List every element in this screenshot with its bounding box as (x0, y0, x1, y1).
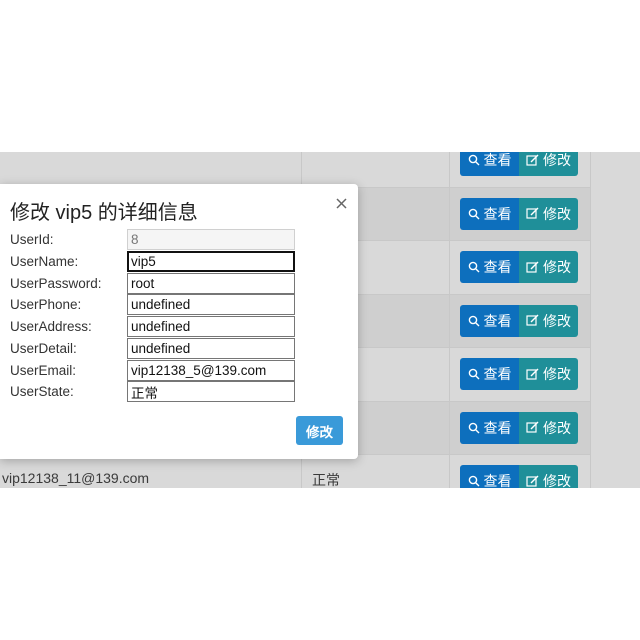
table-row: 查看 修改 (0, 152, 590, 188)
view-button-label: 查看 (483, 366, 512, 382)
username-field[interactable] (127, 251, 295, 272)
form-row-useremail: UserEmail: (10, 360, 300, 381)
userpassword-field[interactable] (127, 273, 295, 294)
edit-button-label: 修改 (543, 419, 571, 436)
form-row-userphone: UserPhone: (10, 294, 300, 315)
search-icon (468, 261, 479, 273)
search-icon (468, 422, 479, 433)
email-cell: vip12138_11@139.com (2, 470, 150, 486)
view-button[interactable]: 查看 (460, 358, 519, 390)
edit-button-label: 修改 (543, 312, 571, 329)
userid-field (127, 229, 295, 250)
form-row-useraddress: UserAddress: (10, 316, 300, 337)
userdetail-label: UserDetail: (10, 341, 77, 356)
close-icon (335, 197, 347, 209)
view-button[interactable]: 查看 (460, 197, 519, 230)
state-cell: 正常 (312, 472, 340, 488)
userid-label: UserId: (10, 232, 54, 247)
view-button-label: 查看 (483, 152, 512, 168)
view-button-label: 查看 (483, 312, 512, 329)
search-icon (468, 208, 479, 219)
form-row-userdetail: UserDetail: (10, 338, 300, 359)
search-icon (468, 154, 479, 166)
useremail-label: UserEmail: (10, 363, 77, 378)
edit-button-label: 修改 (543, 473, 571, 488)
view-button-label: 查看 (483, 419, 512, 436)
submit-button[interactable]: 修改 (296, 416, 343, 445)
search-icon (468, 368, 479, 380)
view-button-label: 查看 (483, 259, 512, 275)
edit-button[interactable]: 修改 (519, 411, 578, 444)
view-button-label: 查看 (483, 473, 512, 488)
edit-button[interactable]: 修改 (519, 152, 578, 176)
userphone-field[interactable] (127, 294, 295, 315)
edit-button-label: 修改 (543, 152, 571, 168)
view-button-label: 查看 (483, 205, 512, 222)
edit-button[interactable]: 修改 (519, 358, 578, 390)
form-row-userid: UserId: (10, 229, 300, 250)
search-icon (468, 315, 479, 326)
table-row: vip12138_11@139.com 正常 查看 修改 (0, 455, 590, 488)
edit-icon (526, 421, 539, 433)
useraddress-field[interactable] (127, 316, 295, 337)
view-button[interactable]: 查看 (460, 411, 519, 444)
edit-icon (526, 207, 539, 219)
view-button[interactable]: 查看 (460, 152, 519, 176)
edit-button[interactable]: 修改 (519, 304, 578, 337)
edit-button-label: 修改 (543, 259, 571, 275)
edit-button[interactable]: 修改 (519, 465, 578, 488)
userphone-label: UserPhone: (10, 297, 82, 312)
edit-button-label: 修改 (543, 205, 571, 222)
edit-button[interactable]: 修改 (519, 197, 578, 230)
view-button[interactable]: 查看 (460, 251, 519, 283)
edit-icon (526, 475, 539, 487)
close-button[interactable] (332, 194, 350, 212)
userstate-field[interactable] (127, 381, 295, 402)
edit-icon (526, 261, 539, 273)
edit-button-label: 修改 (543, 366, 571, 382)
edit-icon (526, 314, 539, 326)
form-row-username: UserName: (10, 251, 300, 272)
edit-user-modal: 修改 vip5 的详细信息 UserId: UserName: UserPass… (0, 184, 358, 459)
form-row-userstate: UserState: (10, 381, 300, 402)
edit-icon (526, 368, 539, 380)
userpassword-label: UserPassword: (10, 276, 102, 291)
edit-button[interactable]: 修改 (519, 251, 578, 283)
userdetail-field[interactable] (127, 338, 295, 359)
useraddress-label: UserAddress: (10, 319, 92, 334)
form-row-userpassword: UserPassword: (10, 273, 300, 294)
modal-title: 修改 vip5 的详细信息 (10, 202, 198, 224)
search-icon (468, 475, 479, 487)
edit-icon (526, 154, 539, 166)
view-button[interactable]: 查看 (460, 304, 519, 337)
userstate-label: UserState: (10, 384, 74, 399)
username-label: UserName: (10, 254, 79, 269)
view-button[interactable]: 查看 (460, 465, 519, 488)
useremail-field[interactable] (127, 360, 295, 381)
